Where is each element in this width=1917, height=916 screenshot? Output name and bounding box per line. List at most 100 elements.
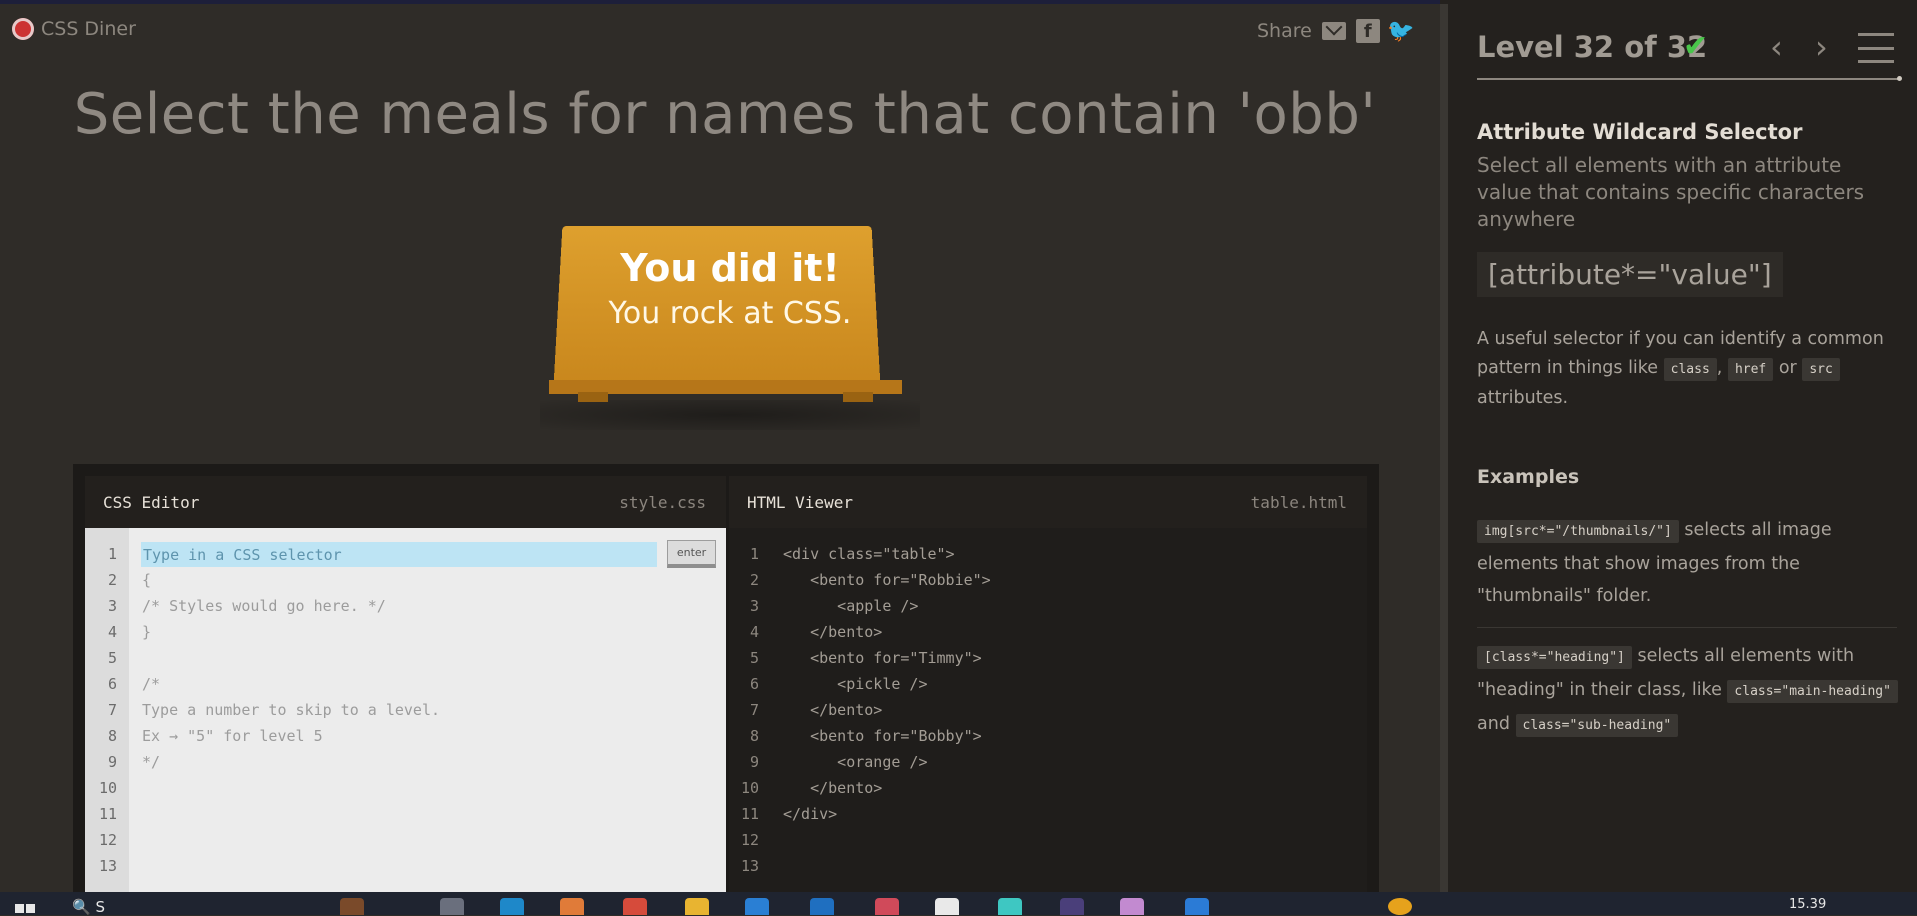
line-number: 9 xyxy=(107,753,117,771)
css-editor-title: CSS Editor xyxy=(103,493,200,512)
line-number: 2 xyxy=(749,571,759,589)
table-leg-right xyxy=(843,392,873,402)
win-message-title: You did it! xyxy=(620,246,840,290)
html-line[interactable]: <bento for="Timmy"> xyxy=(783,649,982,667)
css-editor-header: CSS Editor style.css xyxy=(85,476,726,528)
store-icon[interactable] xyxy=(745,898,769,915)
html-line[interactable]: </bento> xyxy=(783,779,882,797)
html-viewer-title: HTML Viewer xyxy=(747,493,853,512)
level-progress-fill xyxy=(1477,78,1901,80)
level-menu-icon[interactable] xyxy=(1858,33,1894,63)
taskbar-app-icon[interactable] xyxy=(1060,898,1084,915)
line-number: 5 xyxy=(107,649,117,667)
css-editor: 1 2 3 4 5 6 7 8 9 10 11 12 13 enter { /*… xyxy=(85,528,726,915)
hint-tail: attributes. xyxy=(1477,388,1569,408)
line-number: 3 xyxy=(107,597,117,615)
selector-hint: A useful selector if you can identify a … xyxy=(1477,325,1897,413)
table-leg-left xyxy=(578,392,608,402)
code-line: Ex → "5" for level 5 xyxy=(142,727,323,745)
html-line[interactable]: <pickle /> xyxy=(783,675,927,693)
css-selector-input[interactable] xyxy=(141,542,657,567)
document-icon[interactable] xyxy=(935,898,959,915)
line-number: 10 xyxy=(98,779,117,797)
line-number: 12 xyxy=(740,831,759,849)
hint-code-href: href xyxy=(1727,358,1774,381)
css-editor-filename: style.css xyxy=(619,493,706,512)
code-line: */ xyxy=(142,753,161,771)
taskbar-app-icon[interactable] xyxy=(998,898,1022,915)
html-line[interactable]: <apple /> xyxy=(783,597,918,615)
html-viewer-header: HTML Viewer table.html xyxy=(729,476,1367,528)
line-number: 11 xyxy=(740,805,759,823)
selector-name: Attribute Wildcard Selector xyxy=(1477,120,1803,144)
table-shadow xyxy=(540,400,920,430)
code-line: } xyxy=(142,623,152,641)
code-line: /* Styles would go here. */ xyxy=(142,597,386,615)
line-number: 8 xyxy=(749,727,759,745)
line-number: 13 xyxy=(98,857,117,875)
example-2-code-sub: class="sub-heading" xyxy=(1515,714,1679,737)
html-line[interactable]: <bento for="Bobby"> xyxy=(783,727,982,745)
html-line[interactable]: </bento> xyxy=(783,623,882,641)
html-line[interactable]: <orange /> xyxy=(783,753,927,771)
app-logo[interactable]: CSS Diner xyxy=(12,18,136,40)
firefox-icon[interactable] xyxy=(560,898,584,915)
line-number: 4 xyxy=(107,623,117,641)
code-line: Type a number to skip to a level. xyxy=(142,701,441,719)
share-bar: Share f 🐦 xyxy=(1257,19,1415,44)
example-2-and: and xyxy=(1477,714,1510,734)
mail-icon[interactable] xyxy=(1321,22,1346,40)
line-number: 8 xyxy=(107,727,117,745)
chrome-icon[interactable] xyxy=(623,898,647,915)
logo-icon xyxy=(12,18,34,40)
app-name: CSS Diner xyxy=(41,18,136,40)
taskbar-search[interactable]: 🔍 S xyxy=(72,898,105,916)
task-view-icon[interactable] xyxy=(440,898,464,915)
line-number: 7 xyxy=(107,701,117,719)
html-line[interactable]: </div> xyxy=(783,805,837,823)
html-line[interactable]: </bento> xyxy=(783,701,882,719)
level-instruction: Select the meals for names that contain … xyxy=(73,82,1377,147)
mail-app-icon[interactable] xyxy=(810,898,834,915)
level-indicator: Level 32 of 32 xyxy=(1477,30,1708,64)
line-number: 1 xyxy=(107,545,117,563)
file-explorer-icon[interactable] xyxy=(685,898,709,915)
search-icon: 🔍 xyxy=(72,898,91,916)
taskbar-app-icon[interactable] xyxy=(875,898,899,915)
selector-description: Select all elements with an attribute va… xyxy=(1477,153,1865,231)
example-divider xyxy=(1477,627,1897,628)
weather-icon[interactable] xyxy=(1388,898,1412,915)
line-number: 10 xyxy=(740,779,759,797)
facebook-icon[interactable]: f xyxy=(1355,19,1380,43)
html-line[interactable]: <div class="table"> xyxy=(783,545,955,563)
level-progress-bar xyxy=(1477,78,1901,80)
line-number: 11 xyxy=(98,805,117,823)
taskbar-app-icon[interactable] xyxy=(340,898,364,915)
example-2: [class*="heading"] selects all elements … xyxy=(1477,640,1902,742)
enter-button[interactable]: enter xyxy=(667,540,716,568)
taskbar-search-text: S xyxy=(95,898,105,916)
vscode-icon[interactable] xyxy=(1185,898,1209,915)
previous-level-icon[interactable]: ‹ xyxy=(1770,28,1783,66)
progress-marker xyxy=(1897,76,1902,81)
line-number: 13 xyxy=(740,857,759,875)
sidebar-resize-handle[interactable] xyxy=(1440,4,1448,892)
hint-code-src: src xyxy=(1802,358,1840,381)
line-number: 4 xyxy=(749,623,759,641)
line-number: 6 xyxy=(749,675,759,693)
html-line[interactable]: <bento for="Robbie"> xyxy=(783,571,991,589)
twitter-icon[interactable]: 🐦 xyxy=(1387,19,1414,44)
hint-or: or xyxy=(1778,358,1797,378)
edge-icon[interactable] xyxy=(500,898,524,915)
taskbar-app-icon[interactable] xyxy=(1120,898,1144,915)
example-1: img[src*="/thumbnails/"] selects all ima… xyxy=(1477,514,1902,612)
html-viewer-filename: table.html xyxy=(1250,493,1347,512)
checkmark-icon: ✔ xyxy=(1683,29,1709,64)
hint-code-class: class xyxy=(1663,358,1717,381)
windows-start-icon[interactable] xyxy=(15,904,35,915)
next-level-icon[interactable]: › xyxy=(1815,28,1828,66)
line-number: 12 xyxy=(98,831,117,849)
clock[interactable]: 15.39 xyxy=(1789,897,1826,912)
example-1-code: img[src*="/thumbnails/"] xyxy=(1477,520,1679,543)
share-label: Share xyxy=(1257,20,1312,42)
